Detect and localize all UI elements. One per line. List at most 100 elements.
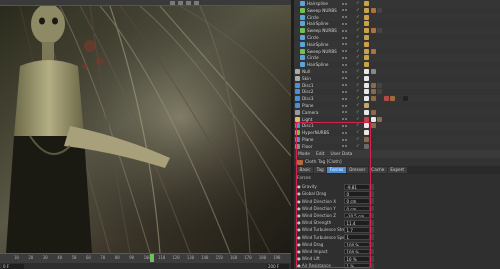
enabled-check-icon[interactable]: ✓: [356, 89, 360, 94]
param-spinner[interactable]: [371, 220, 374, 226]
visibility-dots[interactable]: [342, 103, 352, 108]
param-spinner[interactable]: [371, 191, 374, 197]
timeline-range-bar[interactable]: [0, 263, 291, 269]
visibility-dots[interactable]: [342, 35, 352, 40]
enabled-check-icon[interactable]: ✓: [356, 1, 360, 6]
timeline-playhead[interactable]: [150, 254, 154, 262]
enabled-check-icon[interactable]: ✓: [356, 49, 360, 54]
tag-icon[interactable]: [370, 96, 376, 102]
enabled-check-icon[interactable]: ✓: [356, 55, 360, 60]
zoom-icon[interactable]: [178, 0, 183, 5]
visibility-dots[interactable]: [342, 62, 352, 67]
visibility-dots[interactable]: [342, 137, 352, 142]
tag-icon[interactable]: [364, 96, 369, 102]
param-spinner[interactable]: [371, 205, 374, 212]
enabled-check-icon[interactable]: ✓: [356, 21, 360, 26]
tag-icon[interactable]: [364, 69, 369, 75]
visibility-dots[interactable]: [342, 89, 352, 94]
enabled-check-icon[interactable]: ✓: [356, 130, 360, 135]
timeline[interactable]: 10 20 30 40 50 60 70 80 90 100 110 120 130 140 150 160 1…: [0, 253, 291, 269]
tag-icon[interactable]: [364, 82, 369, 88]
visibility-dots[interactable]: [342, 96, 352, 101]
tag-icon[interactable]: [364, 75, 369, 81]
enabled-check-icon[interactable]: ✓: [356, 137, 360, 142]
tag-icon[interactable]: [396, 96, 402, 102]
param-spinner[interactable]: [371, 212, 374, 219]
tag-icon[interactable]: [370, 82, 376, 88]
param-value-field[interactable]: -9.81: [344, 184, 370, 190]
tag-icon[interactable]: [364, 89, 369, 95]
tab-basic[interactable]: Basic: [297, 167, 314, 173]
move-icon[interactable]: [170, 0, 175, 5]
enabled-check-icon[interactable]: ✓: [356, 123, 360, 128]
tag-icon[interactable]: [364, 109, 369, 115]
maximize-icon[interactable]: [194, 0, 199, 5]
tag-icon[interactable]: [364, 28, 369, 34]
enabled-check-icon[interactable]: ✓: [356, 15, 360, 20]
enabled-check-icon[interactable]: ✓: [356, 117, 360, 122]
enabled-check-icon[interactable]: ✓: [356, 96, 360, 101]
param-spinner[interactable]: [371, 256, 374, 262]
param-spinner[interactable]: [371, 227, 374, 233]
visibility-dots[interactable]: [342, 8, 352, 13]
menu-item[interactable]: User Data: [330, 152, 352, 157]
enabled-check-icon[interactable]: ✓: [356, 144, 360, 149]
tag-icon[interactable]: [364, 103, 369, 109]
tag-icon[interactable]: [364, 62, 369, 68]
param-value-field[interactable]: 11.4: [344, 220, 370, 226]
param-value-field[interactable]: 1 %: [344, 263, 370, 269]
timeline-ruler[interactable]: 10 20 30 40 50 60 70 80 90 100 110 120 130 140 150 160 1…: [0, 254, 291, 262]
visibility-dots[interactable]: [342, 69, 352, 74]
tag-icon[interactable]: [377, 116, 382, 122]
tag-icon[interactable]: [364, 41, 369, 47]
enabled-check-icon[interactable]: ✓: [356, 62, 360, 67]
visibility-dots[interactable]: [342, 76, 352, 81]
tag-icon[interactable]: [364, 130, 369, 136]
visibility-dots[interactable]: [342, 28, 352, 33]
tag-icon[interactable]: [377, 89, 382, 95]
tag-icon[interactable]: [377, 28, 382, 34]
enabled-check-icon[interactable]: ✓: [356, 69, 360, 74]
tag-icon[interactable]: [403, 96, 408, 102]
param-value-field[interactable]: 0 cm: [344, 198, 370, 204]
tab-tag[interactable]: Tag: [314, 167, 327, 173]
param-spinner[interactable]: [371, 234, 374, 240]
tag-icon[interactable]: [377, 7, 382, 13]
visibility-dots[interactable]: [342, 144, 352, 149]
visibility-dots[interactable]: [342, 83, 352, 88]
tag-icon[interactable]: [364, 35, 369, 41]
timeline-end-field[interactable]: 200 F: [267, 264, 289, 269]
viewport[interactable]: 10 20 30 40 50 60 70 80 90 100 110 120 130 140 150 160 1…: [0, 0, 291, 269]
tag-icon[interactable]: [370, 28, 376, 34]
tab-cache[interactable]: Cache: [368, 167, 387, 173]
param-spinner[interactable]: [371, 184, 374, 190]
tag-icon[interactable]: [370, 69, 376, 75]
param-spinner[interactable]: [371, 241, 374, 248]
tag-icon[interactable]: [377, 82, 382, 88]
tag-icon[interactable]: [364, 116, 369, 122]
tag-icon[interactable]: [364, 21, 369, 27]
menu-item[interactable]: Mode: [298, 152, 310, 157]
tag-icon[interactable]: [364, 55, 369, 61]
visibility-dots[interactable]: [342, 49, 352, 54]
tab-expert[interactable]: Expert: [387, 167, 407, 173]
tag-icon[interactable]: [390, 96, 395, 102]
param-spinner[interactable]: [371, 248, 374, 255]
enabled-check-icon[interactable]: ✓: [356, 28, 360, 33]
tag-icon[interactable]: [383, 96, 389, 102]
enabled-check-icon[interactable]: ✓: [356, 42, 360, 47]
tag-icon[interactable]: [370, 109, 376, 115]
tag-icon[interactable]: [370, 116, 376, 122]
param-value-field[interactable]: 1.7: [344, 227, 370, 233]
tag-icon[interactable]: [370, 7, 376, 13]
tag-icon[interactable]: [370, 137, 376, 143]
enabled-check-icon[interactable]: ✓: [356, 103, 360, 108]
rotate-icon[interactable]: [186, 0, 191, 5]
param-value-field[interactable]: 0 cm: [344, 205, 370, 212]
visibility-dots[interactable]: [342, 1, 352, 6]
tag-icon[interactable]: [364, 137, 369, 143]
param-spinner[interactable]: [371, 198, 374, 204]
object-row[interactable]: Floor ✓: [294, 143, 500, 150]
visibility-dots[interactable]: [342, 55, 352, 60]
visibility-dots[interactable]: [342, 110, 352, 115]
